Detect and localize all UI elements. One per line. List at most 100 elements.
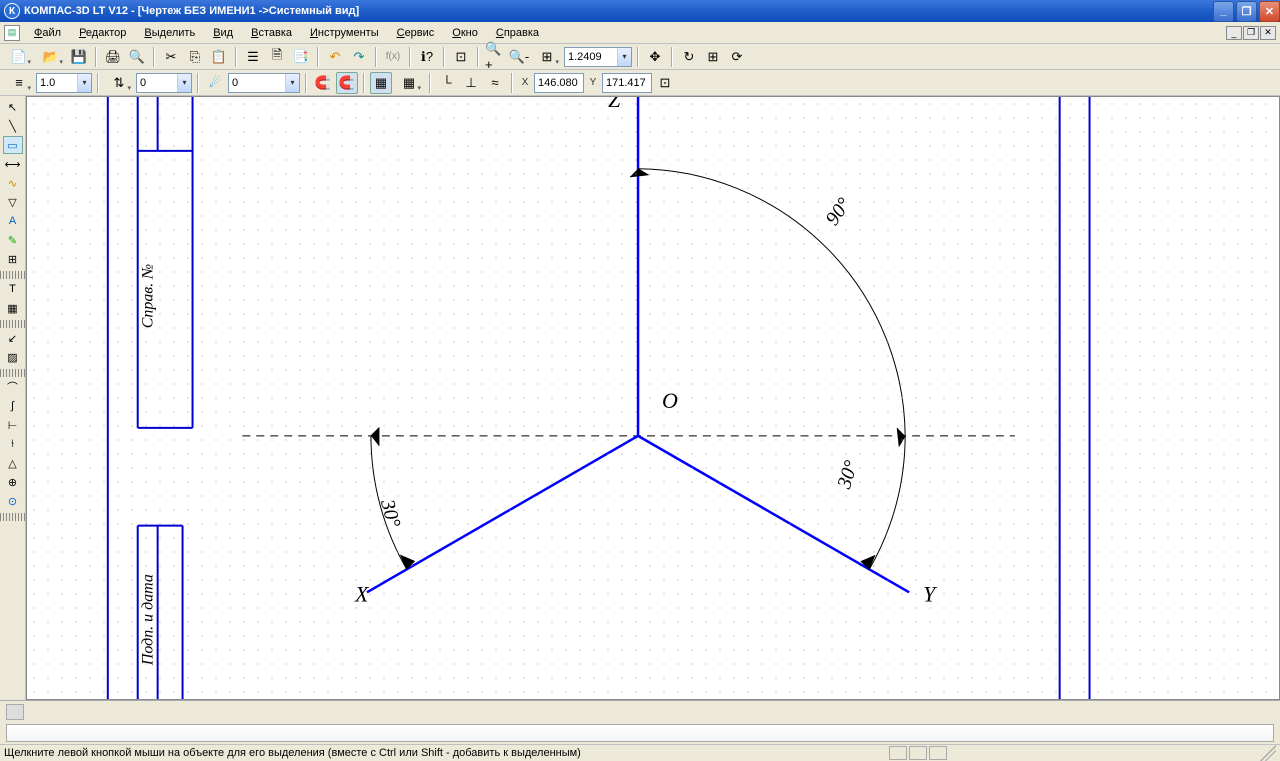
main-area: ↖ ╲ ▭ ⟷ ∿ ▽ A ✎ ⊞ T ▦ ↙ ▨ ⌒ ∫ ⊢ ⫮ △ ⊕ ⊙ bbox=[0, 96, 1280, 700]
side-toolbar: ↖ ╲ ▭ ⟷ ∿ ▽ A ✎ ⊞ T ▦ ↙ ▨ ⌒ ∫ ⊢ ⫮ △ ⊕ ⊙ bbox=[0, 96, 26, 700]
coord-y-label: Y bbox=[586, 77, 600, 88]
status-indicator-1 bbox=[889, 746, 907, 760]
tool-dim[interactable]: ⟷ bbox=[3, 155, 23, 173]
zoom-window-button[interactable]: ⊞ bbox=[532, 46, 562, 68]
command-input[interactable] bbox=[6, 724, 1274, 742]
round-button[interactable]: ≈ bbox=[484, 72, 506, 94]
titlebar: К КОМПАС-3D LT V12 - [Чертеж БЕЗ ИМЕНИ1 … bbox=[0, 0, 1280, 22]
coord-lock-button[interactable]: ⊡ bbox=[654, 72, 676, 94]
attributes-button[interactable]: 🗎 bbox=[266, 46, 288, 68]
properties-button[interactable]: ☰ bbox=[242, 46, 264, 68]
tool-spline[interactable]: ∿ bbox=[3, 174, 23, 192]
menubar: ▤ Файл Редактор Выделить Вид Вставка Инс… bbox=[0, 22, 1280, 44]
chevron-down-icon: ▾ bbox=[77, 74, 91, 92]
zoom-out-button[interactable]: 🔍- bbox=[508, 46, 530, 68]
document-icon[interactable]: ▤ bbox=[4, 25, 20, 41]
maximize-button[interactable]: ❐ bbox=[1236, 1, 1257, 22]
open-button[interactable]: 📂 bbox=[36, 46, 66, 68]
tool-surface[interactable]: △ bbox=[3, 454, 23, 472]
status-indicator-3 bbox=[929, 746, 947, 760]
resize-grip[interactable] bbox=[1260, 745, 1276, 761]
view-combo[interactable]: 0 ▾ bbox=[228, 73, 300, 93]
linestyle-button[interactable]: ≡ bbox=[4, 72, 34, 94]
tool-rough[interactable]: ▽ bbox=[3, 193, 23, 211]
view-value: 0 bbox=[232, 77, 238, 89]
new-button[interactable]: 📄 bbox=[4, 46, 34, 68]
scale-combo[interactable]: 1.0 ▾ bbox=[36, 73, 92, 93]
drawing-canvas[interactable]: О Z X Y 30° 30° 90° Справ. № Подп. и дат… bbox=[26, 96, 1280, 700]
grid-settings-button[interactable]: ▦ bbox=[394, 72, 424, 94]
tool-table[interactable]: T bbox=[3, 280, 23, 298]
help-button[interactable]: ℹ? bbox=[416, 46, 438, 68]
zoom-in-button[interactable]: 🔍+ bbox=[484, 46, 506, 68]
layer-combo[interactable]: 0 ▾ bbox=[136, 73, 192, 93]
copy-button[interactable]: ⎘ bbox=[184, 46, 206, 68]
statusbar: Щелкните левой кнопкой мыши на объекте д… bbox=[0, 744, 1280, 760]
menu-file[interactable]: Файл bbox=[26, 25, 69, 41]
menu-help[interactable]: Справка bbox=[488, 25, 547, 41]
menu-window[interactable]: Окно bbox=[444, 25, 486, 41]
cut-button[interactable]: ✂ bbox=[160, 46, 182, 68]
zoom-value: 1.2409 bbox=[568, 51, 602, 63]
layer-value: 0 bbox=[140, 77, 146, 89]
tool-leader[interactable]: ⊢ bbox=[3, 416, 23, 434]
tool-rect[interactable]: ▭ bbox=[3, 136, 23, 154]
snap-toggle-button[interactable]: 🧲 bbox=[336, 72, 358, 94]
ortho-button[interactable]: ⊥ bbox=[460, 72, 482, 94]
status-text: Щелкните левой кнопкой мыши на объекте д… bbox=[4, 747, 581, 759]
menu-tools[interactable]: Инструменты bbox=[302, 25, 387, 41]
tool-axis[interactable]: ⊕ bbox=[3, 473, 23, 491]
tool-hatch[interactable]: ▨ bbox=[3, 348, 23, 366]
redraw-button[interactable]: ⊞ bbox=[702, 46, 724, 68]
coord-y-input[interactable] bbox=[602, 73, 652, 93]
func-button[interactable]: f(x) bbox=[382, 46, 404, 68]
undo-button[interactable]: ↶ bbox=[324, 46, 346, 68]
paste-button[interactable]: 📋 bbox=[208, 46, 230, 68]
menu-editor[interactable]: Редактор bbox=[71, 25, 134, 41]
chevron-down-icon: ▾ bbox=[617, 48, 631, 66]
refresh-button[interactable]: ⟳ bbox=[726, 46, 748, 68]
toolbar-secondary: ≡ 1.0 ▾ ⇅ 0 ▾ ☄ 0 ▾ 🧲 🧲 ▦ ▦ └ ⊥ ≈ X Y ⊡ bbox=[0, 70, 1280, 96]
pan-button[interactable]: ✥ bbox=[644, 46, 666, 68]
coord-x-label: X bbox=[518, 77, 532, 88]
zoom-fit-button[interactable]: ⊡ bbox=[450, 46, 472, 68]
menu-view[interactable]: Вид bbox=[205, 25, 241, 41]
chevron-down-icon: ▾ bbox=[177, 74, 191, 92]
coord-x-input[interactable] bbox=[534, 73, 584, 93]
tool-block[interactable]: ▦ bbox=[3, 299, 23, 317]
tool-align[interactable]: ⫮ bbox=[3, 435, 23, 453]
tool-pointer[interactable]: ↖ bbox=[3, 98, 23, 116]
minimize-button[interactable]: _ bbox=[1213, 1, 1234, 22]
doc-minimize[interactable]: _ bbox=[1226, 26, 1242, 40]
layers-button[interactable]: ☄ bbox=[204, 72, 226, 94]
menu-select[interactable]: Выделить bbox=[136, 25, 203, 41]
tool-edit[interactable]: ✎ bbox=[3, 231, 23, 249]
snap-magnet-button[interactable]: 🧲 bbox=[312, 72, 334, 94]
print-button[interactable]: 🖨 bbox=[102, 46, 124, 68]
save-button[interactable]: 💾 bbox=[68, 46, 90, 68]
doc-restore[interactable]: ❐ bbox=[1243, 26, 1259, 40]
scale-value: 1.0 bbox=[40, 77, 55, 89]
panel-handle[interactable] bbox=[6, 704, 24, 720]
preview-button[interactable]: 🔍 bbox=[126, 46, 148, 68]
variables-button[interactable]: 📑 bbox=[290, 46, 312, 68]
grid-toggle-button[interactable]: ▦ bbox=[370, 72, 392, 94]
tool-line[interactable]: ╲ bbox=[3, 117, 23, 135]
tool-arc[interactable]: ⌒ bbox=[3, 378, 23, 396]
app-icon: К bbox=[4, 3, 20, 19]
doc-close[interactable]: ✕ bbox=[1260, 26, 1276, 40]
coord-type-button[interactable]: └ bbox=[436, 72, 458, 94]
rebuild-button[interactable]: ↻ bbox=[678, 46, 700, 68]
close-button[interactable]: ✕ bbox=[1259, 1, 1280, 22]
redo-button[interactable]: ↷ bbox=[348, 46, 370, 68]
window-title: КОМПАС-3D LT V12 - [Чертеж БЕЗ ИМЕНИ1 ->… bbox=[24, 5, 359, 17]
menu-service[interactable]: Сервис bbox=[389, 25, 443, 41]
tool-target[interactable]: ⊙ bbox=[3, 492, 23, 510]
layer-nav-button[interactable]: ⇅ bbox=[104, 72, 134, 94]
menu-insert[interactable]: Вставка bbox=[243, 25, 300, 41]
tool-text[interactable]: A bbox=[3, 212, 23, 230]
tool-curve[interactable]: ∫ bbox=[3, 397, 23, 415]
tool-param[interactable]: ⊞ bbox=[3, 250, 23, 268]
zoom-combo[interactable]: 1.2409 ▾ bbox=[564, 47, 632, 67]
tool-measure[interactable]: ↙ bbox=[3, 329, 23, 347]
